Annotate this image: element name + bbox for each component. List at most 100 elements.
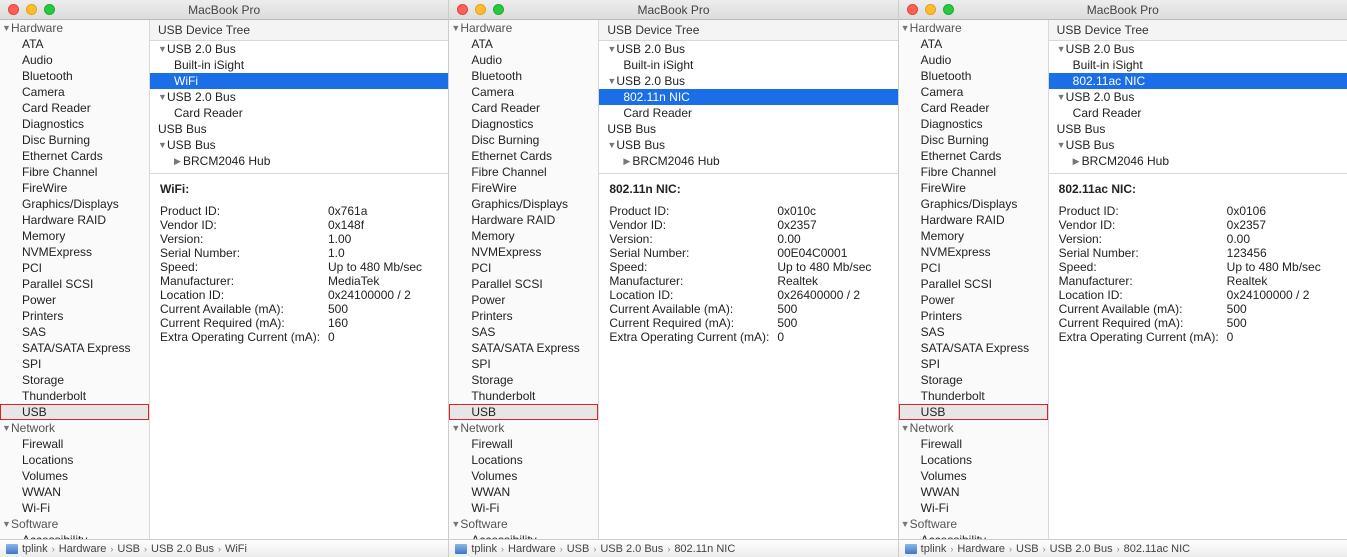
sidebar-item[interactable]: WWAN: [0, 484, 149, 500]
breadcrumb-item[interactable]: USB 2.0 Bus: [1050, 543, 1113, 555]
sidebar-item[interactable]: Storage: [449, 372, 598, 388]
tree-row[interactable]: Card Reader: [150, 105, 448, 121]
tree-row[interactable]: 802.11n NIC: [599, 89, 897, 105]
sidebar-item[interactable]: NVMExpress: [0, 244, 149, 260]
sidebar-item[interactable]: Printers: [0, 308, 149, 324]
sidebar-item[interactable]: Card Reader: [899, 100, 1048, 116]
sidebar-item[interactable]: SAS: [0, 324, 149, 340]
sidebar-group-header[interactable]: ▼Hardware: [899, 20, 1048, 36]
tree-row[interactable]: Card Reader: [1049, 105, 1347, 121]
sidebar-item[interactable]: Memory: [0, 228, 149, 244]
sidebar-item[interactable]: Hardware RAID: [899, 212, 1048, 228]
sidebar-item[interactable]: FireWire: [899, 180, 1048, 196]
sidebar-item[interactable]: Power: [449, 292, 598, 308]
sidebar-item[interactable]: Power: [899, 292, 1048, 308]
sidebar-item[interactable]: Graphics/Displays: [449, 196, 598, 212]
tree-row[interactable]: Built-in iSight: [1049, 57, 1347, 73]
sidebar-item[interactable]: SAS: [899, 324, 1048, 340]
sidebar-item[interactable]: Disc Burning: [0, 132, 149, 148]
sidebar-item[interactable]: SATA/SATA Express: [0, 340, 149, 356]
tree-row[interactable]: ▶BRCM2046 Hub: [599, 153, 897, 169]
sidebar-group-header[interactable]: ▼Hardware: [449, 20, 598, 36]
sidebar-item[interactable]: Camera: [899, 84, 1048, 100]
sidebar-item[interactable]: Volumes: [449, 468, 598, 484]
sidebar-item[interactable]: USB: [0, 404, 149, 420]
sidebar-item[interactable]: SPI: [449, 356, 598, 372]
sidebar-item[interactable]: Fibre Channel: [0, 164, 149, 180]
breadcrumb-item[interactable]: 802.11n NIC: [674, 543, 735, 555]
sidebar-item[interactable]: Ethernet Cards: [899, 148, 1048, 164]
sidebar-item[interactable]: NVMExpress: [899, 244, 1048, 260]
tree-row[interactable]: ▼USB 2.0 Bus: [599, 41, 897, 57]
breadcrumb-item[interactable]: Hardware: [59, 543, 107, 555]
sidebar-item[interactable]: Firewall: [449, 436, 598, 452]
sidebar-item[interactable]: Graphics/Displays: [0, 196, 149, 212]
tree-row[interactable]: USB Bus: [1049, 121, 1347, 137]
sidebar-item[interactable]: USB: [899, 404, 1048, 420]
breadcrumb-item[interactable]: USB: [567, 543, 590, 555]
tree-row[interactable]: ▶BRCM2046 Hub: [1049, 153, 1347, 169]
sidebar-item[interactable]: Camera: [449, 84, 598, 100]
tree-row[interactable]: ▼USB Bus: [150, 137, 448, 153]
sidebar-item[interactable]: WWAN: [449, 484, 598, 500]
breadcrumb-item[interactable]: USB: [117, 543, 140, 555]
tree-row[interactable]: ▼USB 2.0 Bus: [1049, 41, 1347, 57]
sidebar-item[interactable]: Bluetooth: [0, 68, 149, 84]
tree-row[interactable]: ▼USB Bus: [1049, 137, 1347, 153]
breadcrumb-item[interactable]: WiFi: [225, 543, 247, 555]
sidebar-item[interactable]: Audio: [899, 52, 1048, 68]
sidebar-group-header[interactable]: ▼Software: [449, 516, 598, 532]
tree-row[interactable]: Built-in iSight: [599, 57, 897, 73]
sidebar-item[interactable]: WWAN: [899, 484, 1048, 500]
sidebar-group-header[interactable]: ▼Network: [449, 420, 598, 436]
sidebar-item[interactable]: SPI: [899, 356, 1048, 372]
tree-row[interactable]: USB Bus: [599, 121, 897, 137]
sidebar-item[interactable]: Thunderbolt: [449, 388, 598, 404]
sidebar-item[interactable]: Disc Burning: [449, 132, 598, 148]
sidebar-group-header[interactable]: ▼Software: [899, 516, 1048, 532]
sidebar-item[interactable]: Locations: [899, 452, 1048, 468]
tree-row[interactable]: ▼USB 2.0 Bus: [599, 73, 897, 89]
breadcrumb-item[interactable]: tplink: [921, 543, 947, 555]
sidebar-group-header[interactable]: ▼Network: [899, 420, 1048, 436]
sidebar-item[interactable]: Accessibility: [449, 532, 598, 539]
sidebar-item[interactable]: Card Reader: [0, 100, 149, 116]
sidebar-item[interactable]: ATA: [899, 36, 1048, 52]
sidebar-item[interactable]: Disc Burning: [899, 132, 1048, 148]
sidebar-item[interactable]: NVMExpress: [449, 244, 598, 260]
sidebar-item[interactable]: Diagnostics: [899, 116, 1048, 132]
sidebar-item[interactable]: PCI: [899, 260, 1048, 276]
sidebar-item[interactable]: Locations: [0, 452, 149, 468]
sidebar-item[interactable]: SPI: [0, 356, 149, 372]
sidebar-item[interactable]: FireWire: [449, 180, 598, 196]
sidebar-item[interactable]: Camera: [0, 84, 149, 100]
sidebar-group-header[interactable]: ▼Network: [0, 420, 149, 436]
sidebar-item[interactable]: SAS: [449, 324, 598, 340]
sidebar-item[interactable]: Storage: [899, 372, 1048, 388]
sidebar-item[interactable]: PCI: [0, 260, 149, 276]
sidebar-item[interactable]: Fibre Channel: [449, 164, 598, 180]
sidebar-item[interactable]: Printers: [449, 308, 598, 324]
tree-row[interactable]: Built-in iSight: [150, 57, 448, 73]
breadcrumb-item[interactable]: USB 2.0 Bus: [600, 543, 663, 555]
sidebar-item[interactable]: Storage: [0, 372, 149, 388]
tree-row[interactable]: WiFi: [150, 73, 448, 89]
breadcrumb-item[interactable]: tplink: [471, 543, 497, 555]
sidebar-item[interactable]: Power: [0, 292, 149, 308]
breadcrumb-item[interactable]: USB: [1016, 543, 1039, 555]
sidebar-item[interactable]: PCI: [449, 260, 598, 276]
sidebar-item[interactable]: Accessibility: [899, 532, 1048, 539]
sidebar-item[interactable]: SATA/SATA Express: [899, 340, 1048, 356]
sidebar-item[interactable]: Fibre Channel: [899, 164, 1048, 180]
tree-row[interactable]: ▼USB 2.0 Bus: [150, 41, 448, 57]
tree-row[interactable]: USB Bus: [150, 121, 448, 137]
sidebar-item[interactable]: ATA: [0, 36, 149, 52]
sidebar-item[interactable]: Accessibility: [0, 532, 149, 539]
breadcrumb-item[interactable]: USB 2.0 Bus: [151, 543, 214, 555]
breadcrumb-item[interactable]: Hardware: [957, 543, 1005, 555]
sidebar-item[interactable]: Thunderbolt: [899, 388, 1048, 404]
tree-row[interactable]: ▼USB 2.0 Bus: [1049, 89, 1347, 105]
sidebar-item[interactable]: Thunderbolt: [0, 388, 149, 404]
tree-row[interactable]: ▼USB Bus: [599, 137, 897, 153]
tree-row[interactable]: 802.11ac NIC: [1049, 73, 1347, 89]
